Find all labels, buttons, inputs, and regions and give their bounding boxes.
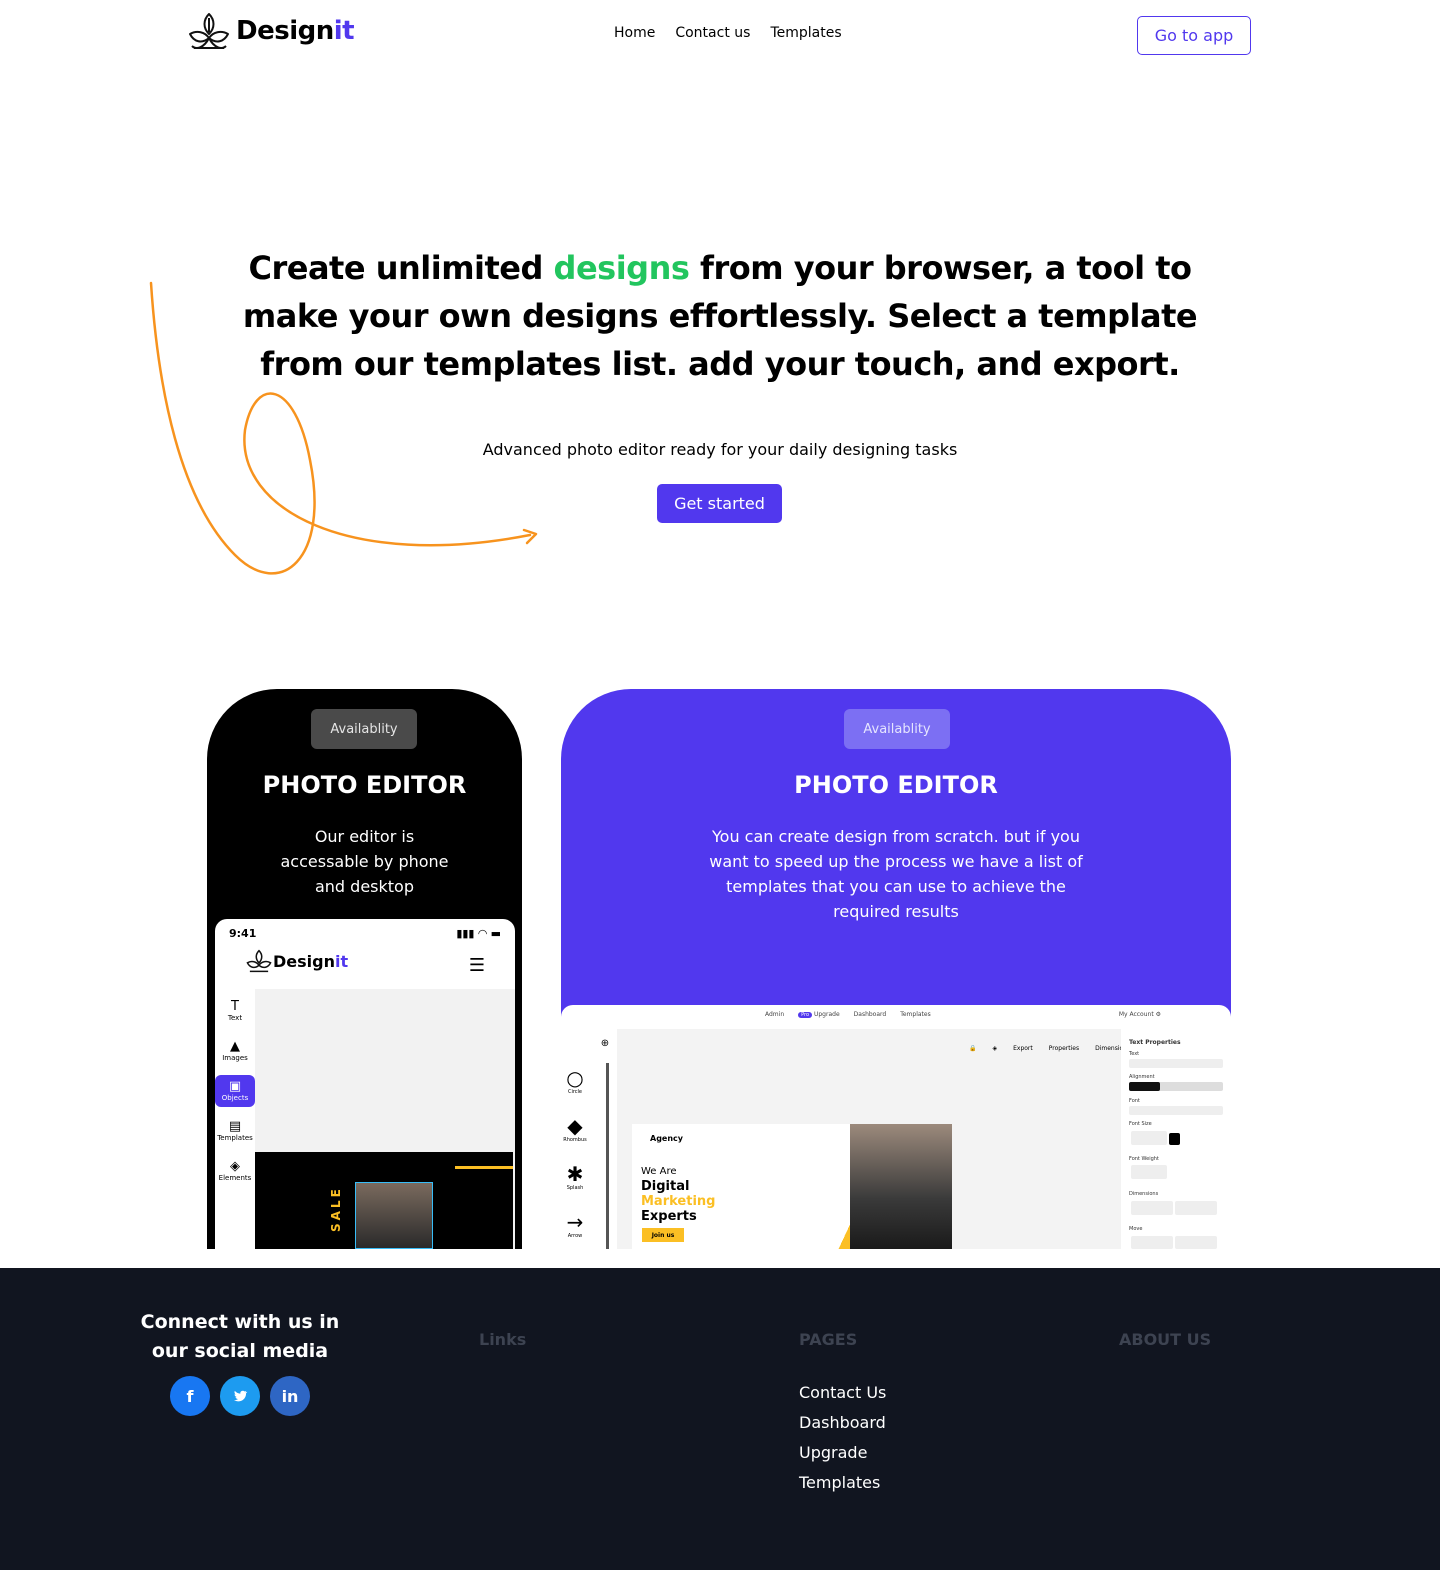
tool-text: T Text: [227, 999, 243, 1023]
desktop-scrollbar: [606, 1063, 609, 1249]
nav-link-contact[interactable]: Contact us: [675, 25, 750, 41]
desktop-toolbar: 🔒 ◈ Export Properties Dimensions: [969, 1045, 1131, 1052]
layers-icon: ◈: [230, 1159, 240, 1174]
footer-heading-pages: PAGES: [799, 1330, 858, 1349]
design-join-button: Join us: [642, 1228, 684, 1242]
text-icon: T: [231, 999, 239, 1014]
leaf-logo-icon: [189, 13, 229, 49]
card-description: You can create design from scratch. but …: [709, 827, 1083, 921]
tool-objects: ▣ Objects: [215, 1075, 255, 1107]
leaf-logo-icon: [246, 949, 272, 973]
templates-icon: ▤: [228, 1119, 242, 1134]
mobile-editor-card: Availablity PHOTO EDITOR Our editor is a…: [207, 689, 522, 1249]
shape-arrow: → Arrow: [566, 1210, 584, 1239]
poster-photo: [355, 1182, 433, 1249]
hero-subtitle: Advanced photo editor ready for your dai…: [482, 440, 958, 459]
design-photo: [850, 1124, 952, 1249]
phone-tool-sidebar: T Text ▲ Images ▣ Objects ▤ Templates ◈ Eleme…: [215, 989, 255, 1249]
templates-card: Availablity PHOTO EDITOR You can create …: [561, 689, 1231, 1249]
footer-link-dashboard[interactable]: Dashboard: [799, 1408, 886, 1438]
hero-title: Create unlimited designs from your brows…: [242, 249, 1198, 383]
poster-sale-text: SALE: [329, 1186, 343, 1232]
phone-header: Design it ☰: [215, 947, 515, 987]
footer: Connect with us in our social media f in…: [0, 1268, 1440, 1570]
card-title: PHOTO EDITOR: [794, 771, 998, 799]
logo[interactable]: Designit: [186, 8, 355, 54]
tool-elements: ◈ Elements: [218, 1159, 252, 1183]
logo-text: Designit: [236, 16, 355, 46]
top-nav: Designit Home Contact us Templates Go to…: [0, 0, 1440, 70]
phone-screenshot: 9:41 ▮▮▮ ◠ ▬ Designit ☰ TText ▲Images: [215, 919, 515, 1249]
shape-circle: ○ Circle: [566, 1066, 584, 1095]
phone-time: 9:41: [229, 927, 257, 940]
availability-badge: Availablity: [311, 709, 417, 749]
poster-accent-line: [455, 1166, 513, 1169]
nav-link-home[interactable]: Home: [614, 25, 655, 41]
template-design: Agency We Are Digital Marketing Experts …: [632, 1124, 952, 1249]
phone-status-bar: 9:41 ▮▮▮ ◠ ▬: [229, 927, 501, 940]
settings-icon: ⚙: [1155, 1011, 1161, 1018]
footer-link-templates[interactable]: Templates: [799, 1468, 886, 1498]
footer-heading-about: ABOUT US: [1119, 1330, 1212, 1349]
nav-links: Home Contact us Templates: [614, 25, 842, 41]
phone-poster: SALE: [255, 1152, 513, 1249]
linkedin-icon[interactable]: in: [270, 1376, 310, 1416]
lock-icon: 🔒: [969, 1045, 977, 1052]
footer-link-upgrade[interactable]: Upgrade: [799, 1438, 886, 1468]
desktop-screenshot: Admin Pro Upgrade Dashboard Templates My…: [561, 1005, 1231, 1249]
availability-badge: Availablity: [844, 709, 950, 749]
desktop-topbar: Admin Pro Upgrade Dashboard Templates My…: [765, 1011, 1161, 1018]
image-icon: ▲: [230, 1039, 240, 1054]
text-properties-panel: Text Properties Text Alignment Font Font…: [1121, 1029, 1231, 1249]
social-links: f in: [170, 1376, 310, 1416]
layers-icon: ◈: [992, 1045, 998, 1052]
go-to-app-button[interactable]: Go to app: [1137, 16, 1251, 55]
card-description: Our editor is accessable by phone and de…: [280, 827, 449, 896]
phone-logo: Design it: [245, 947, 348, 975]
footer-link-contact[interactable]: Contact Us: [799, 1378, 886, 1408]
facebook-icon[interactable]: f: [170, 1376, 210, 1416]
social-heading: Connect with us in our social media: [140, 1311, 340, 1362]
signal-battery-icon: ▮▮▮ ◠ ▬: [456, 927, 501, 940]
shape-splash: ✱ Splash: [566, 1162, 584, 1191]
twitter-icon[interactable]: [220, 1376, 260, 1416]
hamburger-menu-icon: ☰: [468, 955, 485, 976]
shape-rhombus: ◆ Rhombus: [563, 1114, 587, 1143]
tool-templates: ▤ Templates: [217, 1119, 253, 1143]
design-agency: Agency: [650, 1134, 683, 1143]
desktop-shape-sidebar: ⊕ ○ Circle ◆ Rhombus ✱ Splash → Arrow: [561, 1029, 609, 1249]
tool-images: ▲ Images: [222, 1039, 248, 1063]
objects-icon: ▣: [228, 1079, 242, 1094]
footer-pages-list: Contact Us Dashboard Upgrade Templates: [799, 1378, 886, 1498]
card-title: PHOTO EDITOR: [262, 771, 467, 799]
get-started-button[interactable]: Get started: [657, 484, 782, 523]
add-icon: ⊕: [600, 1038, 610, 1049]
footer-heading-links: Links: [479, 1330, 527, 1349]
nav-link-templates[interactable]: Templates: [770, 25, 841, 41]
design-headline: We Are Digital Marketing Experts: [641, 1166, 716, 1224]
